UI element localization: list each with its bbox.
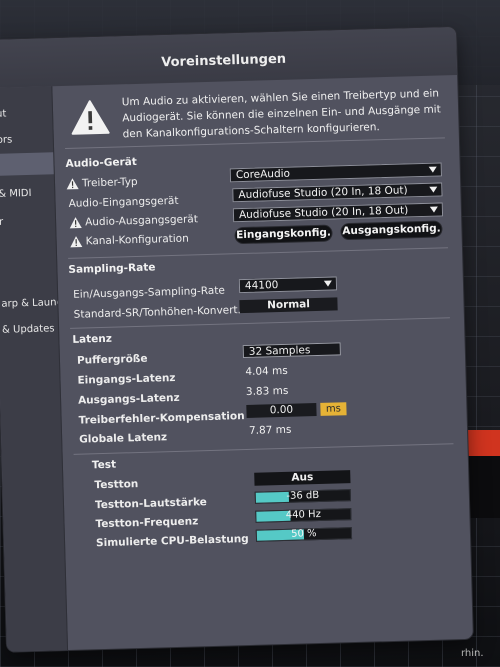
tone-frequency-label: Testton-Frequenz xyxy=(95,515,199,531)
ms-unit-toggle[interactable]: ms xyxy=(320,402,347,416)
driver-type-label: Treiber-Typ xyxy=(81,175,138,190)
chevron-down-icon xyxy=(428,166,437,173)
background-text: rhin. xyxy=(461,648,484,659)
chevron-down-icon xyxy=(323,280,333,287)
driver-compensation-label: Treiberfehler-Kompensation xyxy=(78,410,245,427)
output-device-value: Audiofuse Studio (20 In, 18 Out) xyxy=(238,204,409,222)
tone-volume-slider[interactable]: -36 dB xyxy=(254,489,352,504)
sample-rate-value: 44100 xyxy=(244,279,279,292)
sidebar-item-look-feel[interactable]: ut xyxy=(0,102,52,126)
overall-latency-label: Globale Latenz xyxy=(79,431,168,446)
buffer-size-label: Puffergröße xyxy=(76,352,148,367)
test-tone-toggle[interactable]: Aus xyxy=(254,470,351,486)
cpu-load-label: Simulierte CPU-Belastung xyxy=(95,532,249,550)
sidebar-item-link-midi[interactable]: & MIDI xyxy=(0,182,55,206)
input-config-button[interactable]: Eingangskonfig. xyxy=(235,225,332,244)
divider xyxy=(68,247,448,259)
sidebar-item-file-folder[interactable]: r xyxy=(0,210,55,234)
input-device-dropdown[interactable]: Audiofuse Studio (20 In, 18 Out) xyxy=(232,182,443,203)
driver-type-dropdown[interactable]: CoreAudio xyxy=(229,162,442,183)
tone-volume-value: -36 dB xyxy=(286,489,320,502)
output-device-dropdown[interactable]: Audiofuse Studio (20 In, 18 Out) xyxy=(232,202,444,223)
sidebar-item-display-input[interactable]: ors xyxy=(0,128,53,152)
driver-type-value: CoreAudio xyxy=(235,167,291,182)
test-tone-label: Testton xyxy=(94,478,139,492)
channel-config-label: Kanal-Konfiguration xyxy=(85,232,189,248)
overall-latency-value: 7.87 ms xyxy=(248,423,292,437)
chevron-down-icon xyxy=(429,186,438,193)
tone-frequency-slider[interactable]: 440 Hz xyxy=(255,508,352,523)
intro-text: Um Audio zu aktivieren, wählen Sie einen… xyxy=(121,87,441,141)
sidebar-item-audio[interactable] xyxy=(0,152,54,176)
section-audio-device: Audio-Gerät xyxy=(65,155,137,170)
cpu-load-value: 50 % xyxy=(291,528,317,540)
output-latency-label: Ausgangs-Latenz xyxy=(77,391,180,407)
sidebar-item-licenses-updates[interactable]: & Updates xyxy=(0,318,58,342)
tone-volume-label: Testton-Lautstärke xyxy=(94,496,208,512)
channel-warning-icon xyxy=(70,236,83,248)
chevron-down-icon xyxy=(429,206,438,213)
output-warning-icon xyxy=(69,217,82,229)
preferences-window: Voreinstellungen ut ors & MIDI r arp & L… xyxy=(0,26,473,652)
section-latency: Latenz xyxy=(72,332,113,346)
output-device-label: Audio-Ausgangsgerät xyxy=(84,213,199,229)
sample-rate-dropdown[interactable]: 44100 xyxy=(238,276,338,294)
tone-frequency-value: 440 Hz xyxy=(285,508,322,521)
warning-icon xyxy=(71,100,110,135)
input-latency-value: 4.04 ms xyxy=(245,364,288,378)
divider xyxy=(73,443,454,455)
input-latency-label: Eingangs-Latenz xyxy=(77,371,176,387)
output-latency-value: 3.83 ms xyxy=(245,384,289,398)
sample-rate-label: Ein/Ausgangs-Sampling-Rate xyxy=(72,284,226,301)
driver-warning-icon xyxy=(66,178,79,190)
driver-compensation-field[interactable]: 0.00 xyxy=(246,403,317,418)
sr-conversion-label: Standard-SR/Tonhöhen-Konvert. xyxy=(73,304,242,321)
window-title: Voreinstellungen xyxy=(161,51,287,71)
cpu-load-slider[interactable]: 50 % xyxy=(255,527,353,542)
section-test: Test xyxy=(91,458,117,472)
output-config-button[interactable]: Ausgangskonfig. xyxy=(341,221,442,240)
input-device-value: Audiofuse Studio (20 In, 18 Out) xyxy=(238,184,408,202)
input-device-label: Audio-Eingangsgerät xyxy=(68,194,179,210)
buffer-size-field[interactable]: 32 Samples xyxy=(242,342,341,359)
audio-preferences: Um Audio zu aktivieren, wählen Sie einen… xyxy=(51,75,473,650)
sr-conversion-value[interactable]: Normal xyxy=(239,297,338,314)
section-sampling-rate: Sampling-Rate xyxy=(68,261,156,276)
sidebar-item-warp-launch[interactable]: arp & Launch xyxy=(0,292,57,316)
